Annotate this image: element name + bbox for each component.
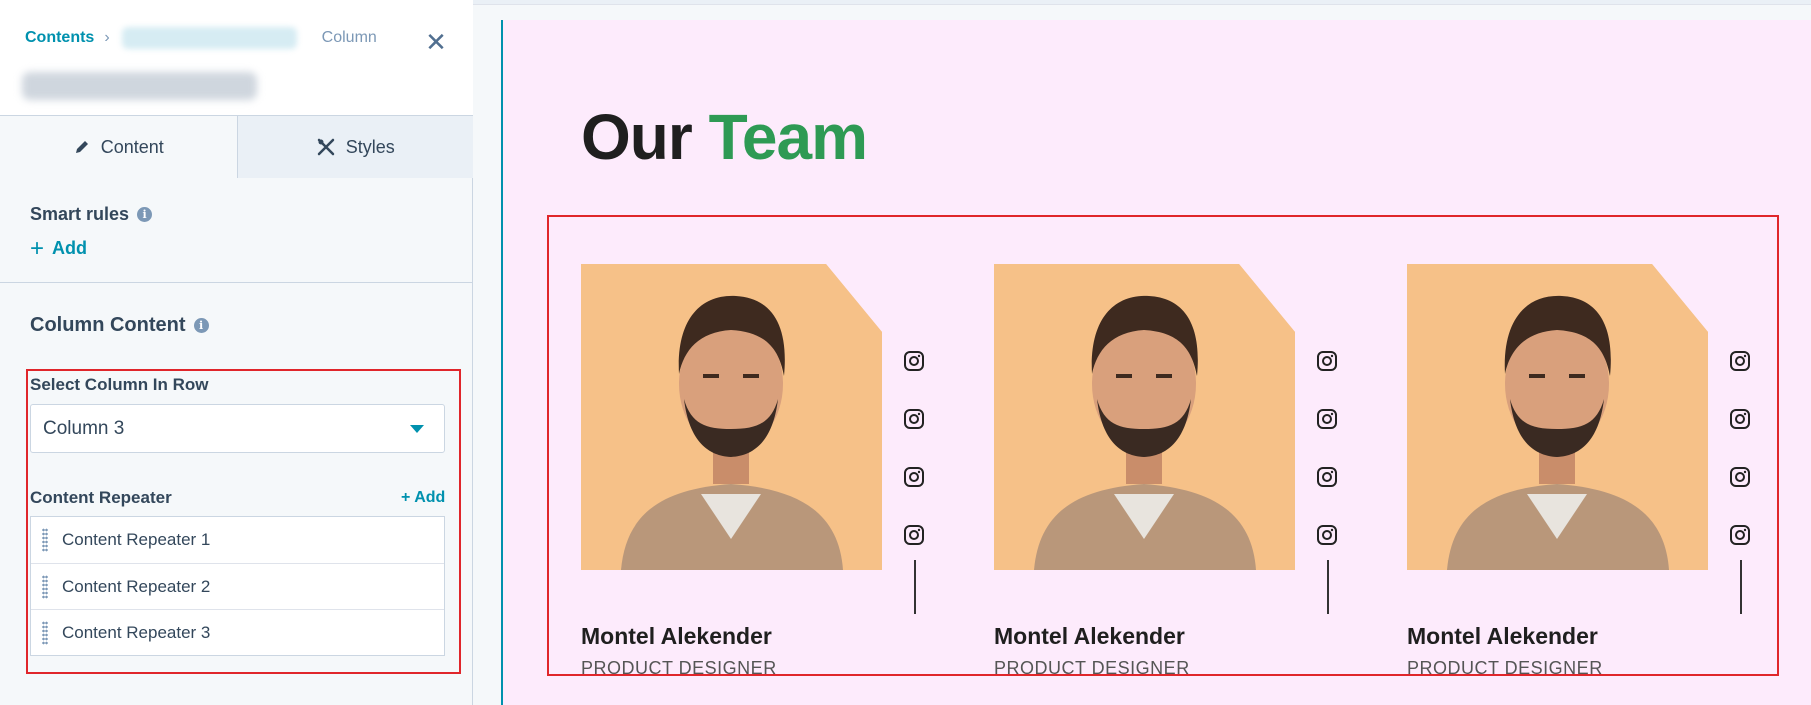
social-divider-line <box>914 560 916 614</box>
instagram-icon[interactable] <box>1316 408 1338 430</box>
social-divider-line <box>1327 560 1329 614</box>
smart-rules-heading: Smart rules i <box>30 204 153 225</box>
plus-icon: + <box>30 234 45 262</box>
sidebar-tabs: Content Styles <box>0 116 473 178</box>
info-icon[interactable]: i <box>193 318 209 333</box>
drag-handle-icon[interactable] <box>42 620 48 645</box>
instagram-icon[interactable] <box>903 350 925 372</box>
title-word-team: Team <box>708 101 868 173</box>
page-preview[interactable]: Our Team Montel Alekender PRODUCT DESIGN… <box>501 20 1811 705</box>
breadcrumb-contents-link[interactable]: Contents <box>25 29 94 47</box>
repeater-item-label: Content Repeater 2 <box>62 576 211 596</box>
team-card[interactable]: Montel Alekender PRODUCT DESIGNER <box>581 264 924 684</box>
list-item[interactable]: Content Repeater 3 <box>31 609 444 655</box>
select-column-label: Select Column In Row <box>30 375 209 394</box>
add-repeater-button[interactable]: + Add <box>401 489 445 507</box>
sidebar-header: Contents › Column ✕ <box>0 0 473 116</box>
instagram-icon[interactable] <box>903 524 925 546</box>
preview-area: Our Team Montel Alekender PRODUCT DESIGN… <box>473 0 1811 705</box>
social-divider-line <box>1740 560 1742 614</box>
smart-rules-label: Smart rules <box>30 204 130 224</box>
content-repeater-label: Content Repeater <box>30 488 172 507</box>
close-icon[interactable]: ✕ <box>422 28 450 56</box>
drag-handle-icon[interactable] <box>42 574 48 599</box>
team-member-role: PRODUCT DESIGNER <box>1407 658 1603 678</box>
team-card[interactable]: Montel Alekender PRODUCT DESIGNER <box>994 264 1337 684</box>
tab-styles[interactable]: Styles <box>236 116 473 178</box>
instagram-icon[interactable] <box>1729 408 1751 430</box>
column-content-heading: Column Content i <box>30 314 209 337</box>
page-title: Our Team <box>581 100 868 174</box>
social-links <box>1729 350 1753 582</box>
team-card[interactable]: Montel Alekender PRODUCT DESIGNER <box>1407 264 1750 684</box>
team-member-photo <box>581 264 882 570</box>
breadcrumb-separator-icon: › <box>104 29 110 46</box>
title-word-our: Our <box>581 101 693 173</box>
instagram-icon[interactable] <box>1316 350 1338 372</box>
team-member-name: Montel Alekender <box>1407 623 1598 649</box>
social-links <box>903 350 927 582</box>
chevron-down-icon <box>410 424 424 433</box>
list-item[interactable]: Content Repeater 2 <box>31 563 444 609</box>
instagram-icon[interactable] <box>1729 524 1751 546</box>
tab-content-label: Content <box>100 136 164 157</box>
team-member-role: PRODUCT DESIGNER <box>994 658 1190 678</box>
preview-top-bar <box>473 0 1811 5</box>
drag-handle-icon[interactable] <box>42 528 48 552</box>
team-member-name: Montel Alekender <box>581 623 772 649</box>
team-member-name: Montel Alekender <box>994 623 1185 649</box>
team-member-photo <box>1407 264 1708 570</box>
instagram-icon[interactable] <box>903 408 925 430</box>
social-links <box>1316 350 1340 582</box>
select-column-dropdown[interactable]: Column 3 <box>30 404 445 453</box>
add-smart-rule-label: Add <box>52 238 88 258</box>
instagram-icon[interactable] <box>1729 350 1751 372</box>
module-title-blurred <box>22 72 257 100</box>
tab-content[interactable]: Content <box>0 116 237 178</box>
breadcrumb-blurred-item[interactable] <box>121 27 297 49</box>
styles-icon <box>317 138 334 156</box>
tab-styles-label: Styles <box>345 136 395 157</box>
editor-sidebar: Contents › Column ✕ Content Styles Smart… <box>0 0 473 705</box>
pencil-icon <box>75 141 88 153</box>
breadcrumb-current: Column <box>321 29 377 46</box>
team-member-photo <box>994 264 1295 570</box>
divider <box>0 282 473 283</box>
instagram-icon[interactable] <box>903 466 925 488</box>
info-icon[interactable]: i <box>137 207 153 222</box>
instagram-icon[interactable] <box>1729 466 1751 488</box>
repeater-item-label: Content Repeater 3 <box>62 622 211 642</box>
select-column-value: Column 3 <box>43 417 125 439</box>
instagram-icon[interactable] <box>1316 466 1338 488</box>
team-member-role: PRODUCT DESIGNER <box>581 658 777 678</box>
add-smart-rule-button[interactable]: + Add <box>30 234 88 262</box>
list-item[interactable]: Content Repeater 1 <box>31 517 444 563</box>
breadcrumb: Contents › Column <box>25 27 377 49</box>
column-content-label: Column Content <box>30 314 186 336</box>
repeater-list: Content Repeater 1 Content Repeater 2 Co… <box>30 516 445 656</box>
instagram-icon[interactable] <box>1316 524 1338 546</box>
repeater-item-label: Content Repeater 1 <box>62 530 211 549</box>
